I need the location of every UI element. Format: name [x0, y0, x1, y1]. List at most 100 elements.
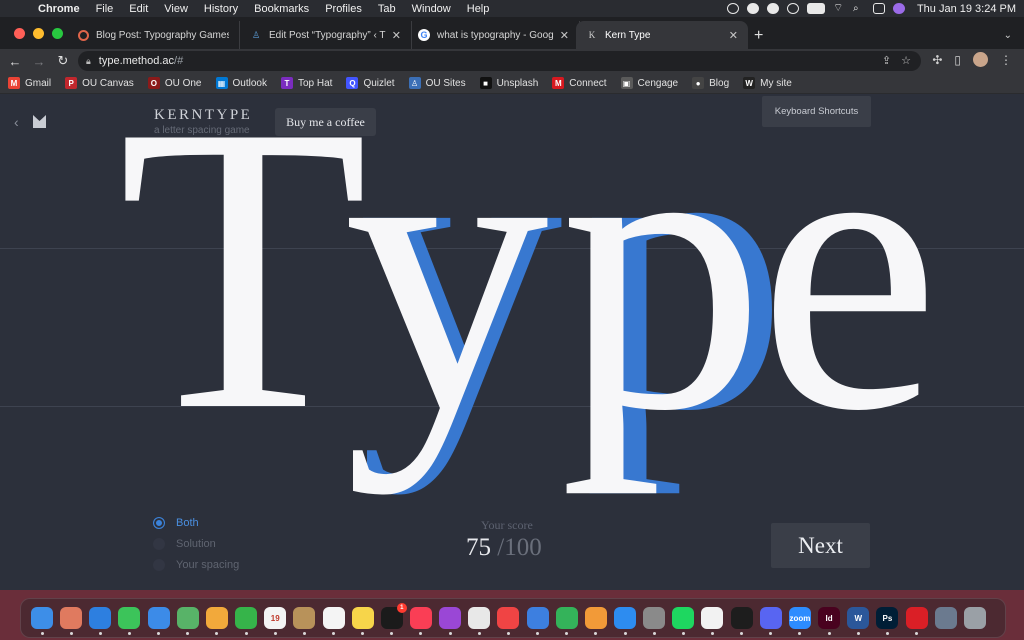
reload-icon[interactable]: ↻: [54, 52, 72, 70]
user-letter-p[interactable]: p: [560, 94, 765, 496]
close-window-button[interactable]: [14, 28, 25, 39]
menu-app-name[interactable]: Chrome: [30, 3, 88, 15]
control-center-icon[interactable]: [872, 3, 885, 14]
method-logo-icon[interactable]: [33, 115, 46, 128]
tab-close-icon[interactable]: ✕: [729, 29, 738, 42]
dock-launchpad-icon[interactable]: [60, 607, 83, 629]
dock-podcasts-icon[interactable]: [439, 607, 462, 629]
dock-mail-icon[interactable]: [147, 607, 170, 629]
menu-tab[interactable]: Tab: [370, 3, 404, 15]
next-button[interactable]: Next: [771, 523, 870, 568]
menu-bookmarks[interactable]: Bookmarks: [246, 3, 317, 15]
spotlight-search-icon[interactable]: ⌕: [853, 3, 865, 14]
tab-edit-post[interactable]: ♙ Edit Post “Typography” ‹ The M ✕: [240, 21, 412, 49]
dock-photos-icon[interactable]: [205, 607, 228, 629]
menu-history[interactable]: History: [196, 3, 246, 15]
minimize-window-button[interactable]: [33, 28, 44, 39]
zoom-window-button[interactable]: [52, 28, 63, 39]
user-letter-t[interactable]: T: [118, 94, 368, 495]
dock-activity-monitor-icon[interactable]: [730, 607, 753, 629]
view-option-both[interactable]: Both: [153, 512, 239, 533]
dock-facetime-icon[interactable]: [235, 607, 258, 629]
lock-icon[interactable]: 🔒︎: [86, 56, 91, 67]
address-bar[interactable]: 🔒︎ type.method.ac/# ⇪ ☆: [78, 51, 921, 71]
dock-numbers-icon[interactable]: [555, 607, 578, 629]
wifi-icon[interactable]: ⌔: [833, 3, 845, 14]
dock-creative-cloud-icon[interactable]: [905, 607, 928, 629]
dock-notes-icon[interactable]: [351, 607, 374, 629]
tab-kern-type[interactable]: K Kern Type ✕: [576, 21, 748, 49]
bookmark-gmail[interactable]: M Gmail: [8, 77, 51, 89]
dock-calendar-icon[interactable]: 19: [264, 607, 287, 629]
bookmark-ou-one[interactable]: O OU One: [147, 77, 202, 89]
dock-indesign-icon[interactable]: Id: [818, 607, 841, 629]
battery-icon[interactable]: [806, 3, 825, 14]
minus-status-icon[interactable]: [746, 3, 759, 14]
radio-button[interactable]: [153, 516, 165, 529]
tab-search-chevron-icon[interactable]: ⌄: [1004, 30, 1012, 41]
dock-downloads-icon[interactable]: [934, 607, 957, 629]
dock-photoshop-icon[interactable]: Ps: [876, 607, 899, 629]
menu-profiles[interactable]: Profiles: [317, 3, 370, 15]
dock-keynote-icon[interactable]: [526, 607, 549, 629]
tab-google-search[interactable]: G what is typography - Google Se ✕: [408, 21, 580, 49]
view-option-your-spacing[interactable]: Your spacing: [153, 554, 239, 575]
dock-contacts-icon[interactable]: [293, 607, 316, 629]
dock-safari-icon[interactable]: [89, 607, 112, 629]
bookmark-star-icon[interactable]: ☆: [901, 54, 911, 67]
dock-finder-icon[interactable]: [31, 607, 53, 629]
dock-tv-icon[interactable]: 1: [380, 603, 407, 629]
dock-news-icon[interactable]: [497, 607, 520, 629]
dock-discord-icon[interactable]: [759, 607, 782, 629]
dock-reminders-icon[interactable]: [322, 607, 345, 629]
bookmark-quizlet[interactable]: Q Quizlet: [346, 77, 395, 89]
bookmark-connect[interactable]: M Connect: [552, 77, 607, 89]
keyboard-shortcuts-button[interactable]: Keyboard Shortcuts: [762, 96, 871, 127]
dock-app-store-icon[interactable]: [614, 607, 637, 629]
dock-maps-icon[interactable]: [176, 607, 199, 629]
dock-messages-icon[interactable]: [118, 607, 141, 629]
creative-cloud-status-icon[interactable]: [726, 3, 739, 14]
tab-blog-post[interactable]: Blog Post: Typography Games: [68, 21, 240, 49]
siri-icon[interactable]: [892, 3, 905, 14]
dock-chrome-icon[interactable]: [468, 607, 491, 629]
dock-system-preferences-icon[interactable]: [643, 607, 666, 629]
chrome-menu-icon[interactable]: ⋮: [1000, 53, 1012, 67]
tab-close-icon[interactable]: ✕: [392, 29, 401, 42]
menu-window[interactable]: Window: [404, 3, 459, 15]
bookmark-my-site[interactable]: W My site: [743, 77, 792, 89]
dock-trash-icon[interactable]: [963, 607, 986, 629]
new-tab-icon[interactable]: +: [754, 27, 763, 45]
dock-spotify-icon[interactable]: [672, 607, 695, 629]
radio-button[interactable]: [153, 537, 165, 550]
dock-play-icon[interactable]: [701, 607, 724, 629]
view-option-solution[interactable]: Solution: [153, 533, 239, 554]
buy-coffee-button[interactable]: Buy me a coffee: [275, 108, 376, 136]
bookmark-cengage[interactable]: ▣ Cengage: [620, 77, 678, 89]
dock-zoom-icon[interactable]: zoom: [788, 607, 811, 629]
tab-close-icon[interactable]: ✕: [560, 29, 569, 42]
menu-edit[interactable]: Edit: [121, 3, 156, 15]
bookmark-top-hat[interactable]: T Top Hat: [280, 77, 332, 89]
radio-button[interactable]: [153, 558, 165, 571]
bookmark-outlook[interactable]: ▦ Outlook: [215, 77, 267, 89]
dock-word-icon[interactable]: W: [847, 607, 870, 629]
play-status-icon[interactable]: [766, 3, 779, 14]
menu-clock[interactable]: Thu Jan 19 3:24 PM: [913, 3, 1016, 15]
extensions-puzzle-icon[interactable]: ✣: [932, 53, 942, 67]
record-status-icon[interactable]: [786, 3, 799, 14]
menu-help[interactable]: Help: [459, 3, 498, 15]
back-arrow-icon[interactable]: ←: [6, 52, 24, 70]
dock-music-icon[interactable]: [409, 607, 432, 629]
share-icon[interactable]: ⇪: [882, 54, 891, 67]
bookmark-blog[interactable]: ● Blog: [692, 77, 729, 89]
menu-view[interactable]: View: [156, 3, 196, 15]
dock-pages-icon[interactable]: [584, 607, 607, 629]
bookmark-ou-sites[interactable]: ♙ OU Sites: [408, 77, 466, 89]
bookmark-ou-canvas[interactable]: P OU Canvas: [65, 77, 134, 89]
side-panel-icon[interactable]: ▯: [954, 53, 961, 67]
user-letter-y[interactable]: y: [344, 94, 549, 496]
profile-avatar[interactable]: [973, 52, 988, 67]
bookmark-unsplash[interactable]: ■ Unsplash: [479, 77, 538, 89]
menu-file[interactable]: File: [88, 3, 122, 15]
